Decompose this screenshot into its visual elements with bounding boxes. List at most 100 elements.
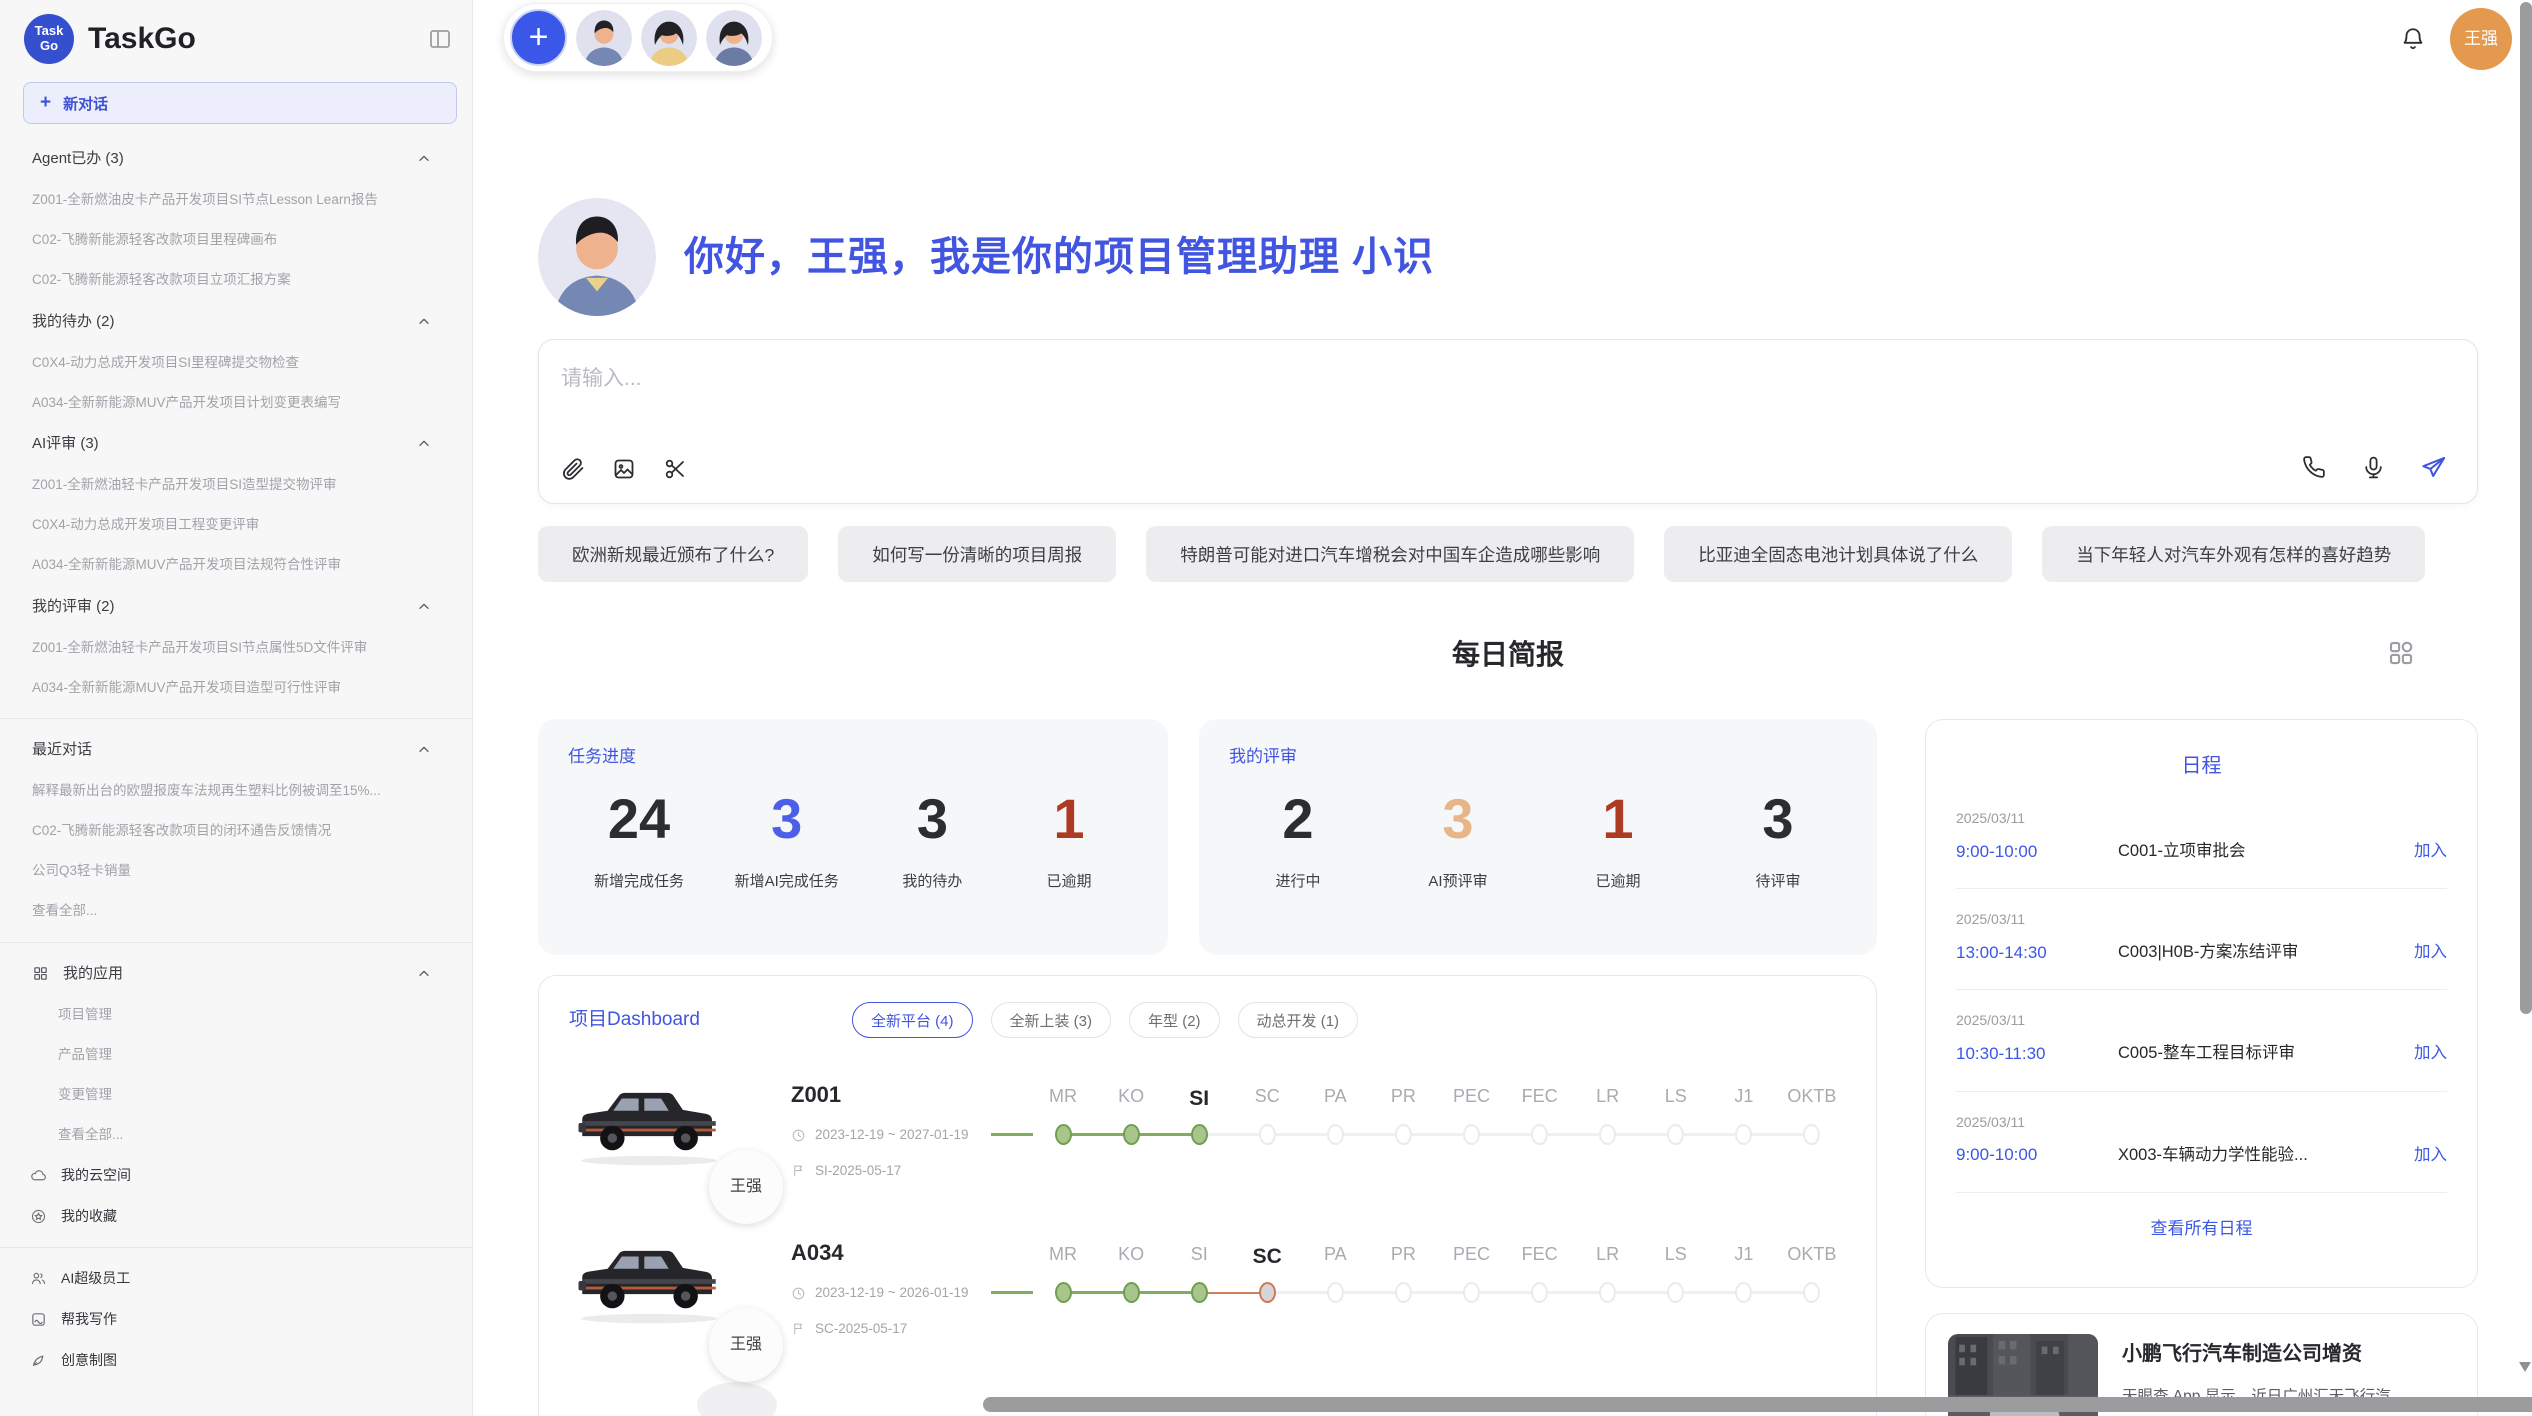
milestone-step: LR <box>1574 1086 1642 1145</box>
milestone-label: SI <box>1189 1086 1209 1114</box>
sidebar-item[interactable]: A034-全新新能源MUV产品开发项目法规符合性评审 <box>0 545 472 585</box>
vertical-scrollbar-thumb[interactable] <box>2520 2 2532 1014</box>
new-chat-button[interactable]: + 新对话 <box>23 82 457 124</box>
suggestion-chip[interactable]: 如何写一份清晰的项目周报 <box>838 526 1116 582</box>
sidebar-section-header[interactable]: AI评审 (3) <box>0 423 472 465</box>
chevron-up-icon[interactable] <box>416 314 432 330</box>
dashboard-filter[interactable]: 动总开发 (1) <box>1238 1002 1359 1038</box>
view-all-schedule-link[interactable]: 查看所有日程 <box>1956 1192 2447 1239</box>
sidebar-shortcut[interactable]: 我的云空间 <box>0 1155 472 1196</box>
paperclip-icon[interactable] <box>561 457 585 481</box>
event-name: C005-整车工程目标评审 <box>2118 1044 2414 1064</box>
sidebar-item[interactable]: 变更管理 <box>0 1075 472 1115</box>
join-meeting-link[interactable]: 加入 <box>2414 1044 2447 1064</box>
sidebar-section-header[interactable]: 我的评审 (2) <box>0 586 472 628</box>
vertical-scrollbar[interactable] <box>2519 0 2532 1416</box>
stat-value: 3 <box>1735 791 1821 847</box>
logo-text-bottom: Go <box>40 39 58 54</box>
scissors-icon[interactable] <box>663 457 687 481</box>
sidebar-item[interactable]: C02-飞腾新能源轻客改款项目的闭环通告反馈情况 <box>0 811 472 851</box>
milestone-step: MR <box>1029 1086 1097 1145</box>
sidebar-item[interactable]: 查看全部... <box>0 1115 472 1155</box>
layout-toggle-icon[interactable] <box>2386 638 2416 668</box>
section-label: 最近对话 <box>32 741 92 759</box>
sidebar-tool[interactable]: 创意制图 <box>0 1340 472 1381</box>
join-meeting-link[interactable]: 加入 <box>2414 1146 2447 1166</box>
suggestion-chip[interactable]: 当下年轻人对汽车外观有怎样的喜好趋势 <box>2042 526 2425 582</box>
chevron-up-icon[interactable] <box>416 966 432 982</box>
stat-grid: 24新增完成任务3新增AI完成任务3我的待办1已逾期 <box>568 791 1138 891</box>
sidebar-item[interactable]: C02-飞腾新能源轻客改款项目里程碑画布 <box>0 220 472 260</box>
sidebar-item[interactable]: 产品管理 <box>0 1035 472 1075</box>
scroll-down-arrow-icon[interactable] <box>2519 1362 2531 1372</box>
stat-value: 3 <box>735 791 839 847</box>
chevron-up-icon[interactable] <box>416 436 432 452</box>
sidebar-item[interactable]: 公司Q3轻卡销量 <box>0 851 472 891</box>
horizontal-scrollbar-thumb[interactable] <box>983 1397 2532 1412</box>
schedule-event: 2025/03/1113:00-14:30C003|H0B-方案冻结评审加入 <box>1956 888 2447 989</box>
milestone-timeline: MRKOSISCPAPRPECFECLRLSJ1OKTB <box>1029 1086 1846 1145</box>
sidebar: Task Go TaskGo + 新对话 Agent已办 (3)Z001-全新燃… <box>0 0 473 1416</box>
schedule-event: 2025/03/119:00-10:00C001-立项审批会加入 <box>1956 788 2447 888</box>
milestone-dot <box>1599 1282 1616 1303</box>
composer-attach-tools <box>561 457 687 481</box>
stat-label: AI预评审 <box>1415 873 1501 891</box>
milestone-dot <box>1191 1282 1208 1303</box>
stat-label: 已逾期 <box>1575 873 1661 891</box>
flag-icon <box>791 1321 806 1336</box>
dashboard-filter[interactable]: 全新平台 (4) <box>852 1002 973 1038</box>
sidebar-section-header[interactable]: 我的待办 (2) <box>0 301 472 343</box>
suggestion-chip[interactable]: 比亚迪全固态电池计划具体说了什么 <box>1664 526 2012 582</box>
dashboard-filter[interactable]: 全新上装 (3) <box>991 1002 1112 1038</box>
sidebar-item[interactable]: 解释最新出台的欧盟报废车法规再生塑料比例被调至15%... <box>0 771 472 811</box>
send-icon[interactable] <box>2420 454 2447 481</box>
milestone-dot <box>1531 1124 1548 1145</box>
project-dashboard-card: 项目Dashboard 全新平台 (4)全新上装 (3)年型 (2)动总开发 (… <box>538 975 1877 1416</box>
sidebar-tool[interactable]: 帮我写作 <box>0 1299 472 1340</box>
milestone-label: PEC <box>1453 1086 1490 1114</box>
message-input[interactable] <box>561 362 2439 434</box>
sidebar-tool[interactable]: AI超级员工 <box>0 1258 472 1299</box>
sidebar-section-header[interactable]: 最近对话 <box>0 729 472 771</box>
suggestion-chip[interactable]: 欧洲新规最近颁布了什么? <box>538 526 808 582</box>
sidebar-item[interactable]: Z001-全新燃油皮卡产品开发项目SI节点Lesson Learn报告 <box>0 180 472 220</box>
chevron-up-icon[interactable] <box>416 151 432 167</box>
milestone-dot <box>1463 1282 1480 1303</box>
sidebar-item[interactable]: Z001-全新燃油轻卡产品开发项目SI节点属性5D文件评审 <box>0 628 472 668</box>
project-flag-text: SI-2025-05-17 <box>815 1163 901 1179</box>
event-main: 10:30-11:30C005-整车工程目标评审加入 <box>1956 1044 2447 1064</box>
stat: 3待评审 <box>1735 791 1821 891</box>
sidebar-item[interactable]: 项目管理 <box>0 995 472 1035</box>
chevron-up-icon[interactable] <box>416 599 432 615</box>
phone-icon[interactable] <box>2302 455 2327 480</box>
sidebar-item[interactable]: A034-全新新能源MUV产品开发项目造型可行性评审 <box>0 668 472 708</box>
image-icon[interactable] <box>612 457 636 481</box>
sidebar-item[interactable]: A034-全新新能源MUV产品开发项目计划变更表编写 <box>0 383 472 423</box>
sidebar-item[interactable]: 查看全部... <box>0 891 472 931</box>
chevron-up-icon[interactable] <box>416 742 432 758</box>
horizontal-scrollbar[interactable] <box>983 1397 2532 1412</box>
stat: 1已逾期 <box>1575 791 1661 891</box>
join-meeting-link[interactable]: 加入 <box>2414 943 2447 963</box>
milestone-step: OKTB <box>1778 1086 1846 1145</box>
dashboard-filter[interactable]: 年型 (2) <box>1129 1002 1220 1038</box>
project-flag-text: SC-2025-05-17 <box>815 1321 907 1337</box>
sidebar-section-header[interactable]: 我的应用 <box>0 953 472 995</box>
sidebar-item[interactable]: C02-飞腾新能源轻客改款项目立项汇报方案 <box>0 260 472 300</box>
sidebar-shortcut[interactable]: 我的收藏 <box>0 1196 472 1237</box>
event-time: 10:30-11:30 <box>1956 1044 2118 1064</box>
suggestion-chip[interactable]: 特朗普可能对进口汽车增税会对中国车企造成哪些影响 <box>1146 526 1634 582</box>
sidebar-section-header[interactable]: Agent已办 (3) <box>0 138 472 180</box>
project-info: A0342023-12-19 ~ 2026-01-19SC-2025-05-17 <box>779 1226 1029 1337</box>
divider <box>0 942 472 943</box>
sidebar-item[interactable]: Z001-全新燃油轻卡产品开发项目SI造型提交物评审 <box>0 465 472 505</box>
microphone-icon[interactable] <box>2361 455 2386 480</box>
join-meeting-link[interactable]: 加入 <box>2414 842 2447 862</box>
writing-icon <box>30 1311 47 1328</box>
stat-card-title: 我的评审 <box>1229 747 1847 767</box>
sidebar-item[interactable]: C0X4-动力总成开发项目SI里程碑提交物检查 <box>0 343 472 383</box>
stat: 3新增AI完成任务 <box>735 791 839 891</box>
milestone-label: SC <box>1255 1086 1280 1114</box>
sidebar-collapse-icon[interactable] <box>428 27 452 51</box>
sidebar-item[interactable]: C0X4-动力总成开发项目工程变更评审 <box>0 505 472 545</box>
